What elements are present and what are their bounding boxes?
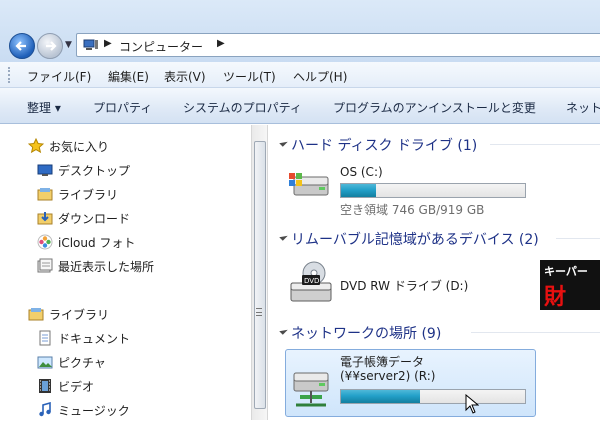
menu-edit[interactable]: 編集(E)	[108, 68, 149, 85]
nav-label: ライブラリ	[49, 308, 110, 322]
dvd-drive-icon: DVD	[290, 261, 332, 302]
uninstall-program-button[interactable]: プログラムのアンインストールと変更	[333, 99, 536, 116]
download-folder-icon	[37, 212, 53, 225]
group-divider	[471, 332, 600, 333]
drive-name: 電子帳簿データ	[340, 355, 425, 369]
documents-icon	[39, 330, 51, 346]
drive-usage-bar	[340, 389, 526, 404]
menu-bar: ファイル(F) 編集(E) 表示(V) ツール(T) ヘルプ(H)	[0, 62, 600, 88]
nav-label: iCloud フォト	[58, 236, 136, 250]
group-network-locations[interactable]: ネットワークの場所 (9)	[276, 321, 600, 343]
system-properties-button[interactable]: システムのプロパティ	[183, 99, 302, 116]
library-icon	[37, 188, 53, 201]
group-divider	[556, 238, 600, 239]
nav-desktop[interactable]: デスクトップ	[0, 159, 251, 181]
nav-videos[interactable]: ビデオ	[0, 375, 251, 397]
thumbnail-text: キーパー	[544, 265, 588, 278]
hard-drive-icon	[289, 173, 329, 196]
collapse-triangle-icon[interactable]	[279, 326, 288, 335]
videos-icon	[39, 379, 51, 393]
menu-tools[interactable]: ツール(T)	[223, 68, 276, 85]
drive-usage-bar	[340, 183, 526, 198]
group-divider	[490, 144, 600, 145]
nav-label: ライブラリ	[58, 188, 119, 202]
group-title: リムーバブル記憶域があるデバイス (2)	[291, 232, 539, 248]
group-title: ネットワークの場所 (9)	[291, 326, 442, 342]
group-hard-disk[interactable]: ハード ディスク ドライブ (1)	[276, 133, 600, 155]
drive-usage-fill	[341, 390, 421, 403]
network-drive-icon	[293, 372, 329, 407]
nav-label: ピクチャ	[58, 356, 106, 370]
back-button[interactable]	[9, 33, 35, 59]
mouse-cursor-icon	[465, 394, 479, 414]
nav-label: ドキュメント	[58, 332, 131, 346]
nav-label: お気に入り	[49, 140, 110, 154]
music-icon	[39, 402, 51, 417]
collapse-triangle-icon[interactable]	[279, 232, 288, 241]
nav-documents[interactable]: ドキュメント	[0, 327, 251, 349]
navigation-pane: お気に入り デスクトップ ライブラリ ダウンロード iCloud フォト 最近表…	[0, 125, 251, 420]
drive-name: OS (C:)	[340, 165, 383, 179]
drive-network-r[interactable]: 電子帳簿データ (¥¥server2) (R:)	[288, 353, 538, 413]
nav-label: デスクトップ	[58, 164, 131, 178]
drive-os-c[interactable]: OS (C:) 空き領域 746 GB/919 GB	[288, 163, 538, 217]
thumbnail-text: 財	[544, 284, 567, 310]
nav-recent-places[interactable]: 最近表示した場所	[0, 255, 251, 277]
drive-name: DVD RW ドライブ (D:)	[340, 279, 469, 293]
menu-help[interactable]: ヘルプ(H)	[293, 68, 347, 85]
menu-grip	[8, 67, 11, 83]
nav-label: ビデオ	[58, 380, 95, 394]
nav-label: ダウンロード	[58, 212, 131, 226]
pictures-icon	[37, 356, 53, 369]
computer-icon	[83, 39, 98, 50]
address-bar-area: ▼ ▶ コンピューター ▶	[0, 0, 600, 62]
collapse-triangle-icon[interactable]	[279, 138, 288, 147]
menu-view[interactable]: 表示(V)	[164, 68, 206, 85]
partial-thumbnail[interactable]: キーパー 財	[540, 260, 600, 310]
drive-path: (¥¥server2) (R:)	[340, 369, 436, 383]
nav-downloads[interactable]: ダウンロード	[0, 207, 251, 229]
nav-label: ミュージック	[58, 404, 130, 418]
nav-libraries[interactable]: ライブラリ	[0, 303, 251, 325]
breadcrumb-separator-icon[interactable]: ▶	[104, 38, 112, 49]
desktop-icon	[37, 164, 53, 176]
group-removable[interactable]: リムーバブル記憶域があるデバイス (2)	[276, 227, 600, 249]
organize-button[interactable]: 整理 ▾	[27, 99, 61, 116]
address-field[interactable]: ▶ コンピューター ▶	[76, 33, 600, 57]
command-bar: 整理 ▾ プロパティ システムのプロパティ プログラムのアンインストールと変更 …	[0, 88, 600, 124]
drive-usage-fill	[341, 184, 376, 197]
icloud-photos-icon	[37, 234, 53, 250]
network-button[interactable]: ネット	[566, 99, 600, 116]
properties-button[interactable]: プロパティ	[93, 99, 152, 116]
svg-text:DVD: DVD	[304, 277, 319, 285]
drive-free-space: 空き領域 746 GB/919 GB	[340, 203, 485, 217]
nav-label: 最近表示した場所	[58, 260, 155, 274]
group-title: ハード ディスク ドライブ (1)	[291, 138, 478, 154]
arrow-right-icon	[46, 41, 57, 51]
history-dropdown-icon[interactable]: ▼	[65, 40, 72, 50]
nav-music[interactable]: ミュージック	[0, 399, 251, 421]
breadcrumb-separator-icon[interactable]: ▶	[217, 38, 225, 49]
library-icon	[28, 308, 44, 321]
arrow-left-icon	[15, 41, 26, 51]
navigation-scrollbar[interactable]	[251, 125, 268, 420]
star-icon	[28, 138, 44, 154]
nav-icloud-photos[interactable]: iCloud フォト	[0, 231, 251, 253]
breadcrumb-computer[interactable]: コンピューター	[119, 38, 203, 55]
nav-pictures[interactable]: ピクチャ	[0, 351, 251, 373]
scrollbar-thumb[interactable]	[254, 141, 266, 409]
scrollbar-grip-icon	[256, 308, 262, 316]
drive-dvd-d[interactable]: DVD DVD RW ドライブ (D:)	[288, 261, 538, 307]
nav-favorites[interactable]: お気に入り	[0, 135, 251, 157]
nav-libraries-fav[interactable]: ライブラリ	[0, 183, 251, 205]
menu-file[interactable]: ファイル(F)	[27, 68, 91, 85]
recent-places-icon	[37, 258, 53, 273]
forward-button[interactable]	[37, 33, 63, 59]
